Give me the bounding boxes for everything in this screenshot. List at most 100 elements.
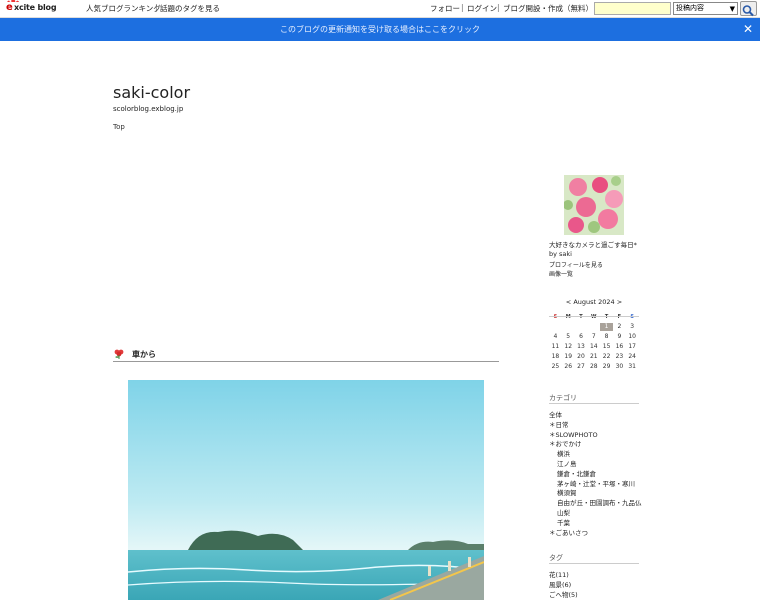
- login-link[interactable]: ログイン: [467, 3, 497, 14]
- seaside-photo-image: [128, 380, 484, 600]
- top-navigation-bar: e xcite blog 人気ブログランキング | 話題のタグを見る フォロー …: [0, 0, 760, 18]
- profile-description: 大好きなカメラと過ごす毎日* by saki: [549, 241, 659, 259]
- calendar-day: 23: [615, 353, 624, 360]
- calendar-blank: [562, 323, 575, 331]
- profile-image[interactable]: [564, 175, 624, 235]
- category-item[interactable]: 横須賀: [557, 487, 577, 497]
- calendar-day: 2: [617, 323, 622, 330]
- logo-prefix: e: [6, 2, 13, 13]
- tag-heading: タグ: [549, 554, 563, 562]
- calendar-grid: S M T W T F S 1 2 3 4 5 6 7 8 9 10 11 12 13 14 15 16 17 18 19 20 21…: [549, 313, 639, 371]
- calendar-day: 31: [628, 363, 636, 370]
- calendar-day: 13: [577, 343, 585, 350]
- divider: [549, 316, 639, 317]
- tag-item[interactable]: 風景(6): [549, 579, 571, 589]
- profile-author: by saki: [549, 250, 572, 258]
- post-title[interactable]: 車から: [132, 349, 156, 360]
- calendar-day: 24: [628, 353, 636, 360]
- search-icon: [742, 5, 754, 17]
- tag-item[interactable]: ごへ物(5): [549, 589, 578, 599]
- trending-tags-link[interactable]: 話題のタグを見る: [160, 3, 220, 14]
- flower-icon: [114, 349, 124, 359]
- notification-text[interactable]: このブログの更新通知を受け取る場合はここをクリック: [0, 24, 760, 35]
- calendar-day: 11: [551, 343, 560, 350]
- follow-link[interactable]: フォロー: [430, 3, 460, 14]
- excite-blog-logo[interactable]: e xcite blog: [6, 0, 62, 15]
- calendar-weekday: T: [579, 314, 583, 320]
- category-item[interactable]: 自由が丘・田園調布・九品仏: [557, 497, 642, 507]
- calendar-day: 8: [604, 333, 609, 340]
- category-item[interactable]: 千葉: [557, 517, 570, 527]
- calendar-day: 17: [628, 343, 636, 350]
- divider: [113, 361, 499, 362]
- close-icon[interactable]: ✕: [743, 22, 753, 36]
- search-scope-value: 投稿内容: [676, 4, 704, 12]
- profile-flower-image: [564, 175, 624, 235]
- calendar-day: 3: [630, 323, 635, 330]
- calendar-weekday: F: [617, 314, 622, 320]
- calendar-day: 22: [602, 353, 611, 360]
- category-item[interactable]: 江ノ島: [557, 458, 577, 468]
- calendar-blank: [575, 323, 588, 331]
- ranking-link[interactable]: 人気ブログランキング: [86, 3, 161, 14]
- search-input[interactable]: [594, 2, 671, 15]
- blog-url: scolorblog.exblog.jp: [113, 105, 184, 113]
- category-item[interactable]: ＊SLOWPHOTO: [549, 429, 598, 439]
- calendar-day: 28: [589, 363, 598, 370]
- create-blog-link[interactable]: ブログ開設・作成（無料）: [503, 3, 593, 14]
- category-item[interactable]: 横浜: [557, 448, 570, 458]
- calendar-next-link[interactable]: >: [617, 298, 622, 306]
- calendar-day: 25: [551, 363, 560, 370]
- divider: [549, 563, 639, 564]
- calendar-day: 12: [564, 343, 573, 350]
- separator: |: [497, 3, 500, 12]
- calendar-weekday: S: [553, 314, 558, 320]
- blog-title[interactable]: saki-color: [113, 83, 190, 102]
- calendar-day: 26: [564, 363, 573, 370]
- calendar-day[interactable]: 1: [600, 323, 613, 331]
- calendar-weekday: T: [604, 314, 609, 320]
- calendar-blank: [549, 323, 562, 331]
- calendar-day: 27: [577, 363, 585, 370]
- chevron-down-icon: ▼: [729, 5, 735, 13]
- calendar-day: 10: [628, 333, 636, 340]
- calendar-day: 16: [615, 343, 624, 350]
- calendar: < August 2024 > S M T W T F S 1 2 3 4 5 6 7 8 9 10 11 12 13…: [549, 298, 639, 371]
- calendar-weekday: M: [565, 314, 571, 320]
- category-item[interactable]: 茅ヶ崎・辻堂・平塚・寒川: [557, 478, 635, 488]
- profile-tagline: 大好きなカメラと過ごす毎日*: [549, 241, 637, 249]
- calendar-day: 21: [589, 353, 598, 360]
- post-photo[interactable]: [128, 380, 484, 600]
- calendar-day: 14: [589, 343, 598, 350]
- divider: [549, 403, 639, 404]
- calendar-day: 18: [551, 353, 560, 360]
- calendar-prev-link[interactable]: <: [566, 298, 571, 306]
- separator: |: [155, 3, 158, 12]
- category-heading: カテゴリ: [549, 394, 577, 402]
- tag-item[interactable]: 花(11): [549, 569, 569, 579]
- calendar-month: August 2024: [573, 298, 615, 306]
- search-button[interactable]: [740, 1, 757, 17]
- logo-text: xcite blog: [14, 3, 57, 12]
- calendar-day: 5: [566, 333, 571, 340]
- category-item[interactable]: ＊ごあいさつ: [549, 527, 588, 537]
- category-item[interactable]: 全体: [549, 409, 562, 419]
- category-item[interactable]: 山梨: [557, 507, 570, 517]
- top-link[interactable]: Top: [113, 123, 125, 131]
- calendar-day: 30: [615, 363, 624, 370]
- calendar-day: 4: [553, 333, 558, 340]
- category-item[interactable]: 鎌倉・北鎌倉: [557, 468, 596, 478]
- calendar-day: 15: [602, 343, 611, 350]
- calendar-day: 20: [577, 353, 585, 360]
- category-item[interactable]: ＊日常: [549, 419, 569, 429]
- search-scope-select[interactable]: 投稿内容 ▼: [673, 2, 738, 15]
- profile-link[interactable]: プロフィールを見る: [549, 260, 603, 269]
- category-item[interactable]: ＊おでかけ: [549, 438, 582, 448]
- calendar-day: 29: [602, 363, 611, 370]
- calendar-weekday: W: [591, 314, 597, 320]
- calendar-weekday: S: [630, 314, 634, 320]
- calendar-day: 19: [564, 353, 573, 360]
- image-list-link[interactable]: 画像一覧: [549, 269, 573, 278]
- update-notification-banner[interactable]: このブログの更新通知を受け取る場合はここをクリック ✕: [0, 18, 760, 41]
- calendar-day: 7: [591, 333, 596, 340]
